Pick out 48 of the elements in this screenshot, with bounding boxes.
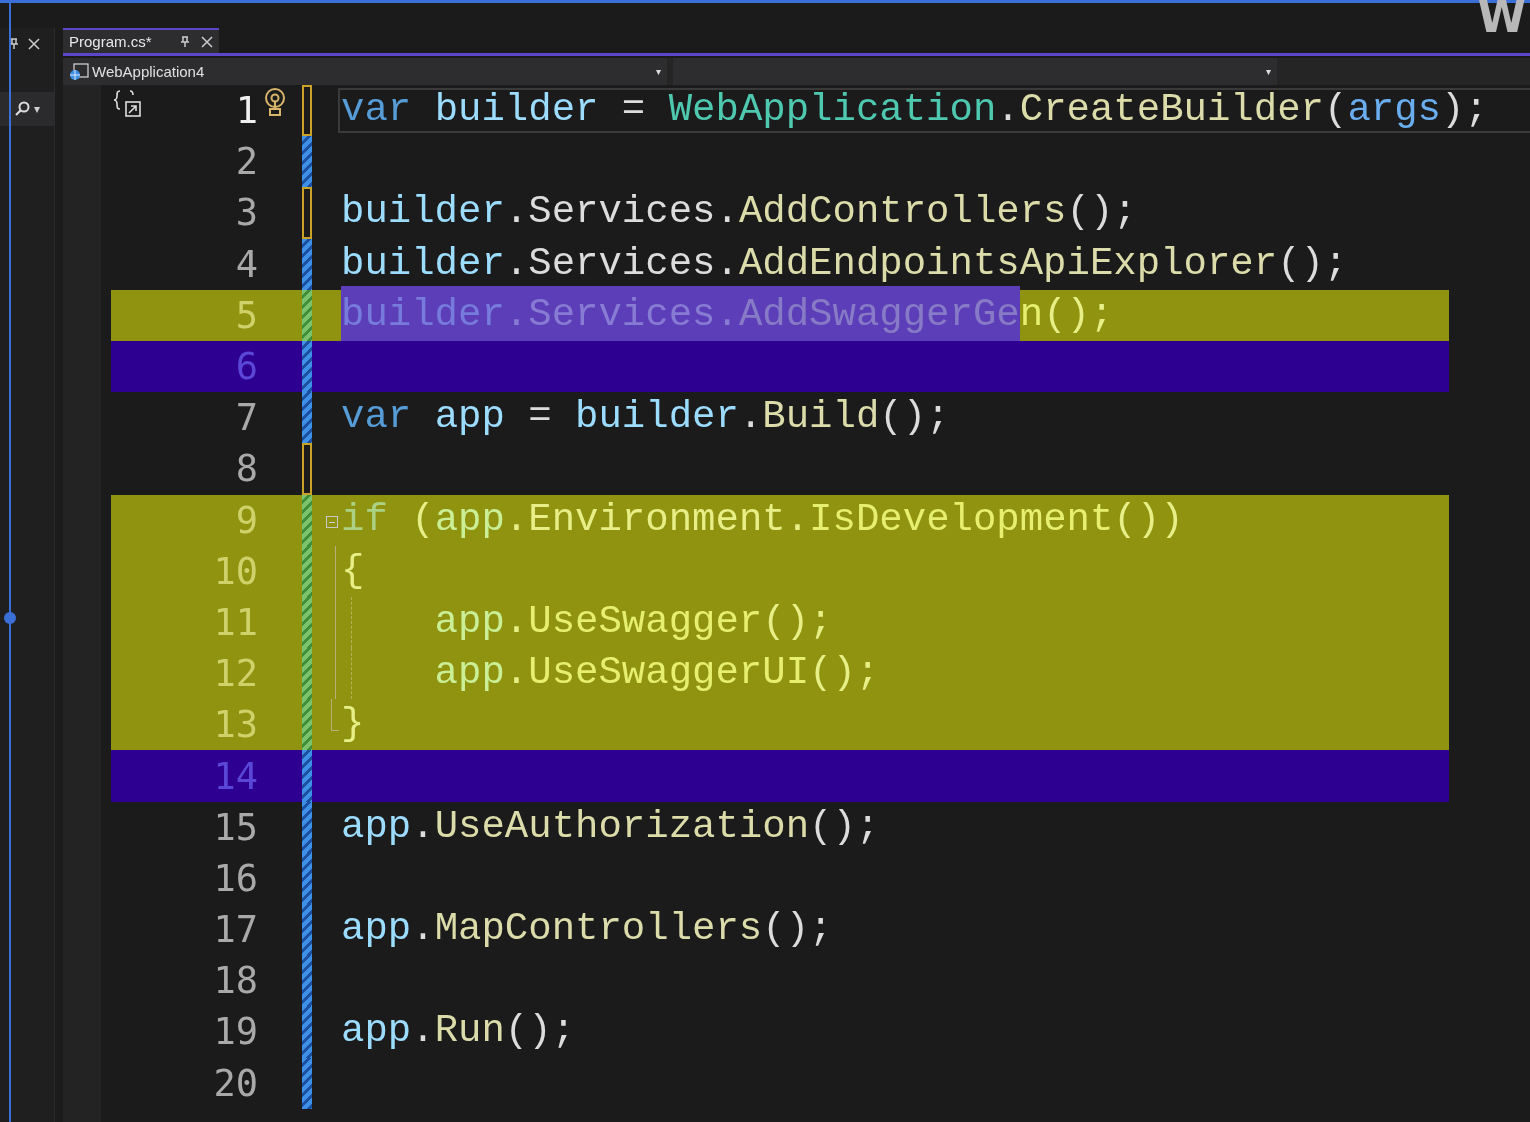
code-line: app.UseAuthorization(); bbox=[341, 803, 880, 851]
line-number: 14 bbox=[212, 757, 258, 795]
close-icon[interactable] bbox=[201, 35, 213, 48]
code-line: app.UseSwagger(); bbox=[341, 596, 833, 649]
line-number: 8 bbox=[234, 450, 258, 488]
line-number: 12 bbox=[212, 655, 258, 693]
caret-icon: ▾ bbox=[656, 66, 661, 77]
line-number: 17 bbox=[212, 911, 258, 949]
line-number: 15 bbox=[212, 808, 258, 846]
line-number: 6 bbox=[234, 348, 258, 386]
line-number: 1 bbox=[234, 92, 258, 130]
caret-icon: ▾ bbox=[34, 102, 40, 116]
web-project-icon bbox=[69, 62, 89, 81]
window-title-fragment: W bbox=[1477, 0, 1526, 35]
line-number: 7 bbox=[234, 399, 258, 437]
line-number: 2 bbox=[234, 143, 258, 181]
project-name: WebApplication4 bbox=[92, 63, 205, 80]
code-line: if (app.Environment.IsDevelopment()) bbox=[341, 496, 1184, 544]
line-number: 4 bbox=[234, 245, 258, 283]
line-number: 19 bbox=[212, 1013, 258, 1051]
line-number: 11 bbox=[212, 603, 258, 641]
line-number: 16 bbox=[212, 859, 258, 897]
member-dropdown[interactable]: ▾ bbox=[673, 58, 1277, 85]
code-line: app.MapControllers(); bbox=[341, 906, 833, 954]
line-number: 10 bbox=[212, 552, 258, 590]
caret-icon: ▾ bbox=[1266, 66, 1271, 77]
line-number: 5 bbox=[234, 296, 258, 334]
project-dropdown[interactable]: WebApplication4 ▾ bbox=[63, 58, 667, 85]
close-icon[interactable] bbox=[28, 38, 40, 50]
line-number: 3 bbox=[234, 194, 258, 232]
file-tab[interactable]: Program.cs* bbox=[63, 28, 219, 53]
code-line: app.Run(); bbox=[341, 1008, 576, 1056]
pin-icon[interactable] bbox=[8, 38, 20, 50]
code-line: { bbox=[341, 547, 365, 595]
line-number: 13 bbox=[212, 706, 258, 744]
search-icon bbox=[14, 101, 30, 117]
code-line: } bbox=[341, 701, 365, 749]
code-line: builder.Services.AddControllers(); bbox=[341, 189, 1137, 237]
code-line: var app = builder.Build(); bbox=[341, 394, 950, 442]
code-line: var builder = WebApplication.CreateBuilder(args); bbox=[338, 88, 1530, 134]
line-number: 9 bbox=[234, 501, 258, 539]
tab-label: Program.cs* bbox=[69, 33, 152, 50]
code-line: builder.Services.AddEndpointsApiExplorer(); bbox=[341, 240, 1348, 288]
line-number: 20 bbox=[212, 1064, 258, 1102]
pin-icon[interactable] bbox=[179, 35, 191, 48]
line-number: 18 bbox=[212, 962, 258, 1000]
code-text: n(); bbox=[1019, 291, 1114, 339]
search-button[interactable]: ▾ bbox=[0, 92, 54, 126]
